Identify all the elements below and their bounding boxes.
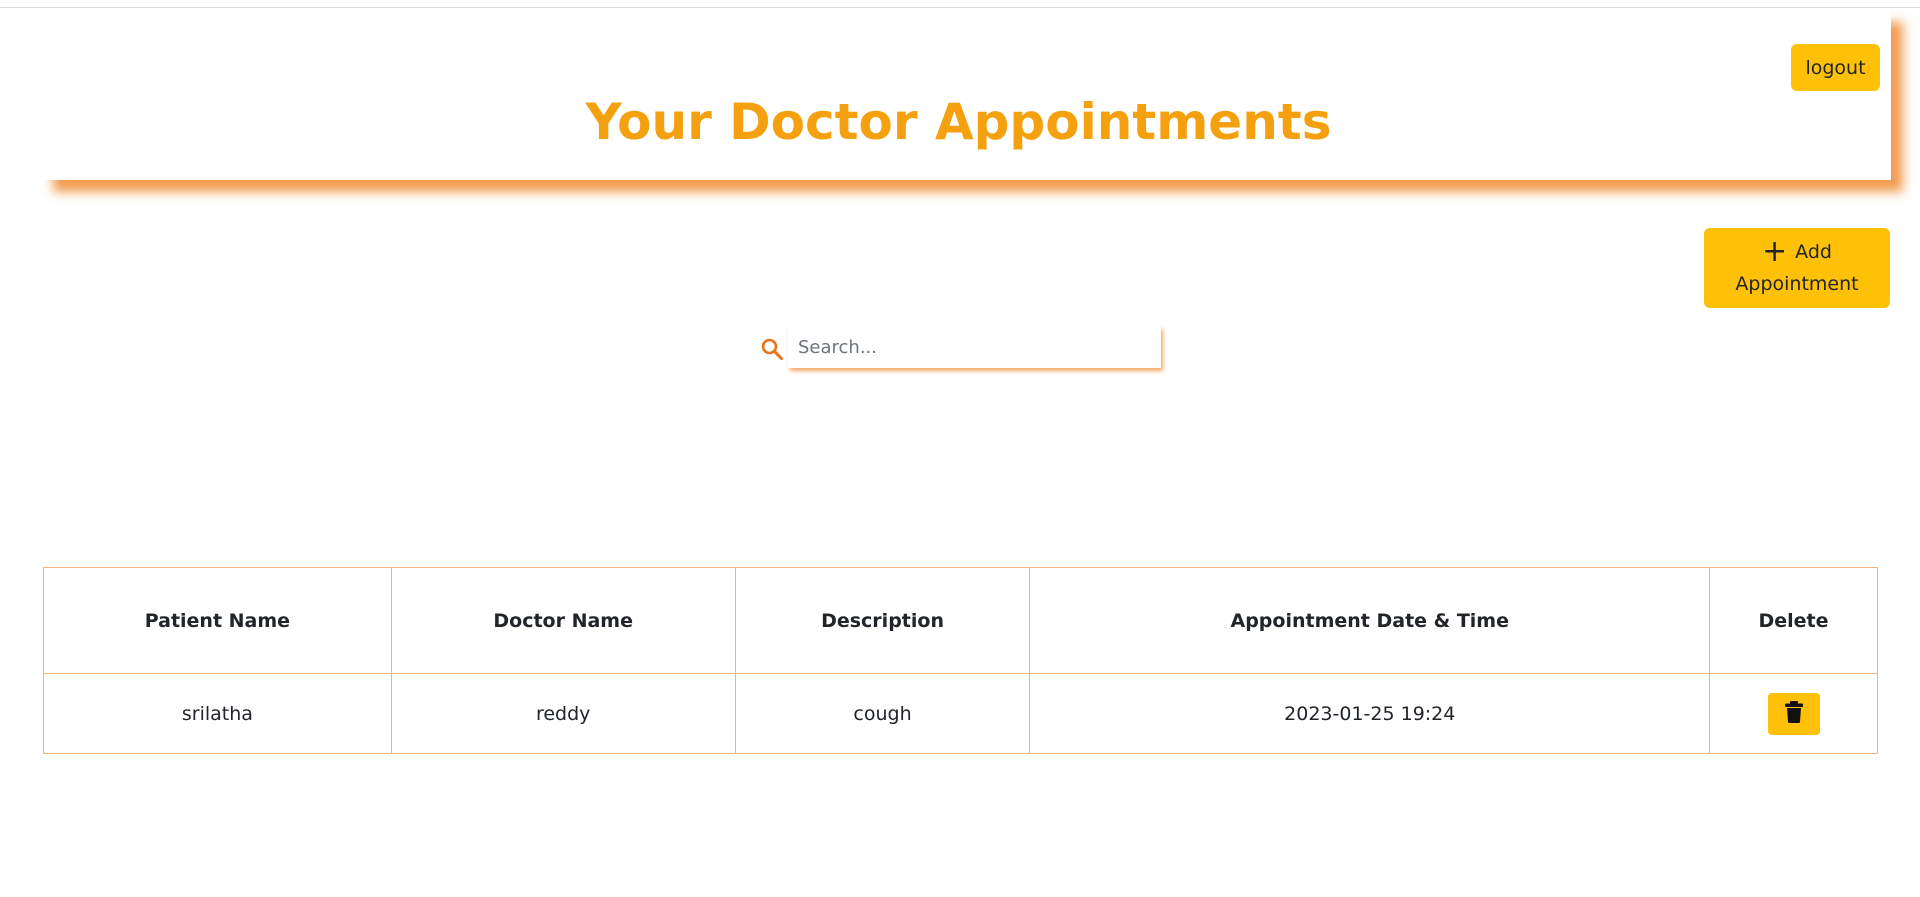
column-header-appointment-datetime: Appointment Date & Time — [1029, 567, 1711, 674]
logout-button[interactable]: logout — [1791, 44, 1880, 91]
add-button-label-line2: Appointment — [1735, 273, 1859, 295]
column-header-description: Description — [734, 567, 1031, 674]
search-input[interactable] — [788, 326, 1161, 368]
delete-appointment-button[interactable] — [1767, 692, 1820, 735]
table-row: srilatha reddy cough 2023-01-25 19:24 — [43, 673, 1878, 754]
cell-delete — [1709, 673, 1878, 754]
page-header: Your Doctor Appointments logout — [41, 10, 1891, 180]
search-bar — [760, 326, 1162, 368]
page-title: Your Doctor Appointments — [585, 93, 1332, 151]
table-header-row: Patient Name Doctor Name Description App… — [43, 567, 1878, 674]
search-icon — [760, 337, 784, 361]
top-border — [0, 0, 1920, 8]
cell-description: cough — [734, 673, 1031, 754]
column-header-delete: Delete — [1709, 567, 1878, 674]
cell-doctor-name: reddy — [390, 673, 736, 754]
column-header-patient-name: Patient Name — [43, 567, 392, 674]
plus-icon: + — [1762, 234, 1788, 269]
cell-patient-name: srilatha — [43, 673, 392, 754]
cell-appointment-datetime: 2023-01-25 19:24 — [1029, 673, 1711, 754]
add-appointment-button[interactable]: + Add Appointment — [1704, 228, 1890, 308]
column-header-doctor-name: Doctor Name — [390, 567, 736, 674]
trash-icon — [1784, 700, 1804, 727]
appointments-table: Patient Name Doctor Name Description App… — [43, 567, 1878, 754]
add-button-label-line1: Add — [1795, 241, 1832, 263]
